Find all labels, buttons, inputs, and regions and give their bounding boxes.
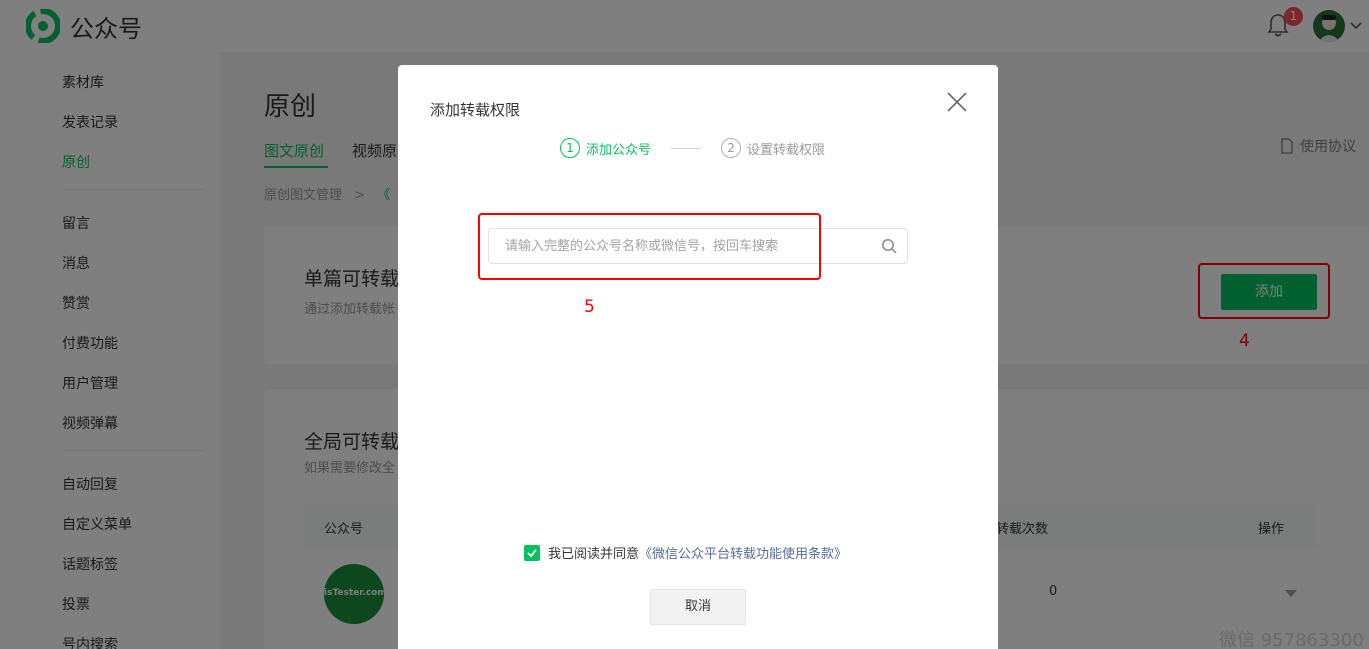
agreement-prefix: 我已阅读并同意	[548, 547, 640, 562]
agreement-row: 我已阅读并同意 《微信公众平台转载功能使用条款》	[524, 543, 847, 562]
checkmark-icon	[527, 548, 537, 557]
step-indicator: 1 添加公众号 2 设置转载权限	[560, 137, 825, 159]
agreement-checkbox[interactable]	[524, 544, 540, 561]
step-1-number: 1	[560, 138, 580, 158]
step-2-label: 设置转载权限	[747, 142, 826, 158]
close-icon[interactable]	[945, 90, 969, 114]
dialog-title: 添加转载权限	[430, 101, 521, 119]
step-1: 1 添加公众号	[560, 138, 651, 158]
agreement-terms-link[interactable]: 《微信公众平台转载功能使用条款》	[639, 543, 847, 562]
step-2-number: 2	[721, 138, 742, 158]
watermark-text: 微信 957863300	[1219, 630, 1364, 649]
step-1-label: 添加公众号	[586, 142, 652, 158]
annotation-box-search	[478, 213, 821, 280]
step-connector	[671, 147, 702, 149]
step-2: 2 设置转载权限	[721, 138, 825, 158]
search-icon[interactable]	[881, 238, 897, 254]
annotation-label-5: 5	[584, 297, 595, 317]
add-repost-permission-dialog: 添加转载权限 1 添加公众号 2 设置转载权限 5 我已阅读并同意 《微信公众平…	[398, 65, 998, 649]
cancel-button[interactable]: 取消	[650, 589, 746, 625]
